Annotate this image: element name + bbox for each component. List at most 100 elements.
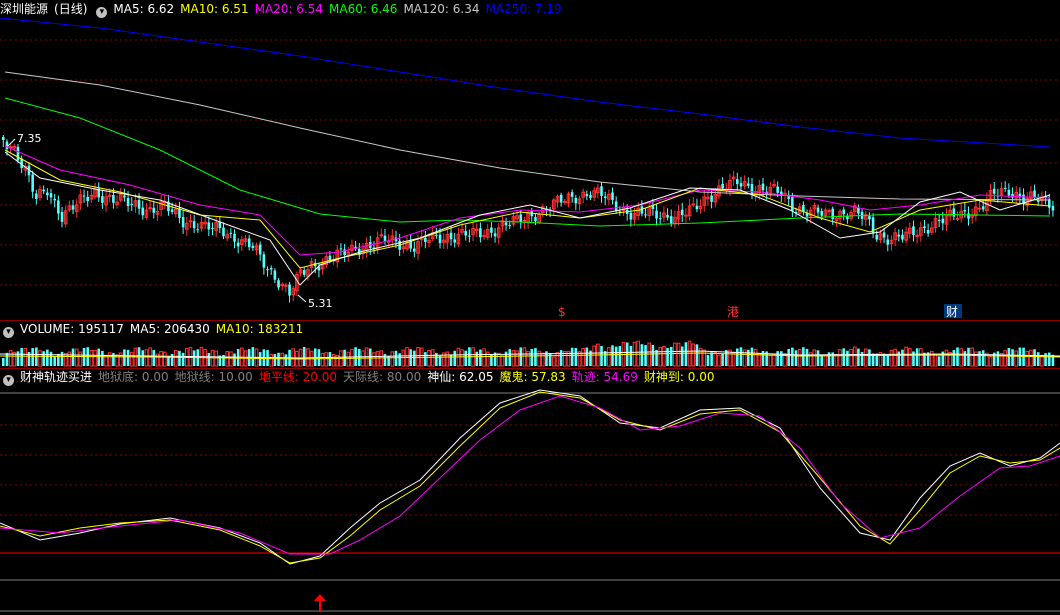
volume-bar: [123, 349, 126, 366]
indicator-panel[interactable]: ▾ 财神轨迹买进 地狱底: 0.00 地狱线: 10.00 地平线: 20.00 天际线:…: [0, 368, 1060, 615]
candle-body: [273, 270, 277, 280]
volume-bar: [229, 351, 233, 367]
ma-value: MA250: 7.19: [485, 2, 562, 16]
volume-panel[interactable]: ▾ VOLUME: 195117 MA5: 206430 MA10: 183211: [0, 320, 1060, 368]
ma-value: MA120: 6.34: [403, 2, 480, 16]
volume-bar: [886, 355, 890, 366]
candle-body: [776, 186, 779, 193]
volume-bar: [63, 353, 68, 367]
candle-body: [16, 146, 20, 161]
price-panel[interactable]: 深圳能源 (日线) ▾ MA5: 6.62 MA10: 6.51 MA20: 6.54 MA…: [0, 0, 1060, 320]
candle-body: [886, 239, 890, 245]
volume-bar: [1044, 353, 1047, 366]
volume-bar: [233, 353, 236, 366]
candle-body: [585, 194, 589, 196]
volume-bar: [585, 347, 589, 366]
volume-bar: [691, 343, 696, 367]
volume-value: VOLUME: 195117: [20, 322, 124, 336]
volume-bar: [534, 348, 537, 366]
volume-bar: [78, 351, 83, 367]
volume-bar: [93, 349, 97, 367]
volume-bar: [424, 352, 427, 366]
candle-body: [658, 218, 662, 220]
candle-body: [669, 216, 673, 224]
candle-body: [383, 235, 387, 241]
volume-bar: [144, 349, 149, 367]
chevron-down-icon[interactable]: ▾: [96, 7, 108, 18]
candle-body: [589, 195, 592, 198]
volume-bar: [390, 351, 395, 367]
volume-bar: [460, 349, 464, 367]
volume-bar: [118, 352, 123, 367]
candle-body: [438, 234, 442, 244]
volume-bar: [302, 347, 306, 366]
volume-bar: [907, 348, 912, 367]
volume-bar: [522, 347, 527, 367]
ma-value: MA20: 6.54: [254, 2, 324, 16]
volume-bar: [162, 351, 167, 367]
volume-bar: [89, 349, 94, 367]
volume-bar: [618, 346, 622, 366]
candle-body: [600, 186, 603, 196]
volume-bar: [214, 350, 218, 367]
candle-body: [46, 192, 49, 196]
price-chart[interactable]: 7.35 5.31 $ 港 财: [0, 0, 1060, 320]
candle-body: [86, 196, 90, 202]
volume-bar: [791, 347, 794, 366]
volume-bar: [838, 349, 842, 367]
candle-body: [963, 210, 967, 212]
candle-body: [802, 205, 805, 212]
candle-body: [229, 232, 233, 234]
candle-body: [992, 188, 996, 194]
indicator-value: 地狱底: 0.00: [98, 370, 169, 384]
candle-body: [952, 208, 956, 217]
volume-bar: [581, 347, 585, 367]
volume-bar: [413, 350, 416, 366]
volume-bar: [963, 351, 967, 366]
candle-body: [680, 209, 684, 216]
candle-body: [449, 232, 453, 240]
candle-body: [926, 230, 930, 234]
volume-bar: [1014, 350, 1019, 367]
volume-bar: [511, 350, 516, 367]
ma120-line: [4, 71, 1051, 201]
chevron-down-icon[interactable]: ▾: [3, 375, 14, 386]
candle-body: [170, 209, 174, 212]
volume-bar: [812, 349, 817, 367]
annotation-arrow: [297, 294, 307, 303]
volume-bar: [320, 353, 325, 367]
volume-bar: [614, 346, 618, 366]
volume-bar: [842, 348, 846, 366]
indicator-value: 轨迹: 54.69: [571, 370, 638, 384]
indicator-chart[interactable]: [0, 368, 1060, 615]
volume-bar: [269, 353, 274, 367]
volume-bar: [937, 356, 941, 366]
candle-body: [603, 196, 607, 198]
volume-bar: [570, 347, 574, 366]
volume-bar: [449, 354, 453, 366]
volume-bar: [5, 352, 9, 366]
volume-bar: [666, 347, 669, 366]
volume-bar: [453, 350, 457, 366]
volume-bar: [74, 348, 79, 367]
volume-bar: [912, 351, 915, 366]
candle-body: [875, 234, 879, 240]
volume-bar: [540, 352, 545, 367]
volume-bar: [706, 354, 710, 366]
chevron-down-icon[interactable]: ▾: [3, 327, 14, 338]
volume-bar: [346, 351, 351, 367]
volume-bar: [816, 350, 820, 366]
volume-bar: [1011, 349, 1014, 366]
candle-body: [831, 208, 835, 220]
candle-body: [453, 239, 457, 243]
volume-bar: [805, 348, 809, 366]
volume-bar: [988, 356, 993, 367]
candle-body: [188, 220, 193, 223]
volume-bar: [802, 347, 805, 366]
candle-body: [967, 213, 970, 219]
candle-body: [222, 227, 225, 237]
candle-body: [468, 235, 471, 237]
volume-bar: [101, 350, 104, 366]
volume-bar: [629, 345, 633, 366]
guiji-line: [0, 395, 1060, 555]
